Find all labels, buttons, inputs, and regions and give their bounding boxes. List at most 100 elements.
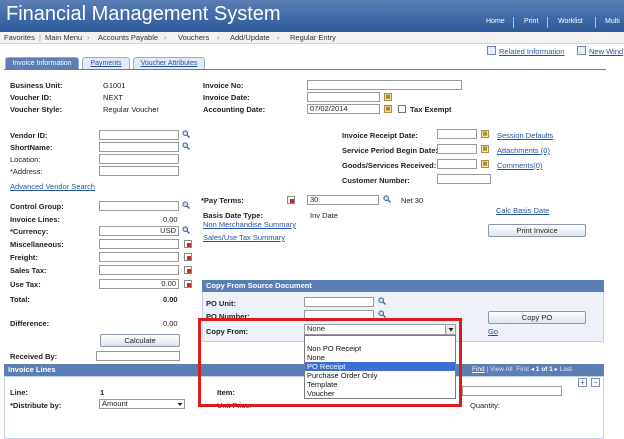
business-unit-label: Business Unit: (10, 81, 63, 90)
calculate-button[interactable]: Calculate (100, 334, 180, 347)
pay-terms-label: *Pay Terms: (201, 196, 244, 205)
detail-icon[interactable] (184, 240, 192, 248)
delete-row-icon[interactable]: − (591, 378, 600, 387)
location-input[interactable] (99, 154, 179, 164)
chevron-right-icon: › (277, 33, 280, 42)
invoice-lines-total-value: 0.00 (163, 215, 178, 224)
po-unit-input[interactable] (304, 297, 374, 307)
customer-number-input[interactable] (437, 174, 491, 184)
vendor-id-label: Vendor ID: (10, 131, 48, 140)
vendor-id-input[interactable] (99, 130, 179, 140)
voucher-id-value: NEXT (103, 93, 124, 102)
invoice-date-input[interactable] (307, 92, 380, 102)
breadcrumb-add-update[interactable]: Add/Update (230, 33, 270, 42)
pay-terms-description: Net 30 (401, 196, 424, 205)
attachments-link[interactable]: Attachments (0) (497, 146, 550, 155)
search-icon[interactable] (378, 297, 386, 305)
dropdown-arrow-icon[interactable] (176, 400, 184, 408)
miscellaneous-label: Miscellaneous: (10, 240, 64, 249)
voucher-style-label: Voucher Style: (10, 105, 62, 114)
shortname-input[interactable] (99, 142, 179, 152)
search-icon[interactable] (182, 201, 190, 209)
invoice-receipt-date-input[interactable] (437, 129, 477, 139)
currency-input[interactable]: USD (99, 226, 179, 236)
comments-link[interactable]: Comments(0) (497, 161, 542, 170)
prev-icon[interactable]: ◂ (531, 366, 534, 373)
goods-received-label: Goods/Services Received: (342, 161, 437, 170)
non-merchandise-summary-link[interactable]: Non Merchandise Summary (203, 220, 296, 229)
detail-icon[interactable] (184, 253, 192, 261)
search-icon[interactable] (378, 310, 386, 318)
last-link[interactable]: Last (560, 366, 572, 373)
copy-po-button[interactable]: Copy PO (488, 311, 586, 324)
print-link[interactable]: Print (524, 18, 538, 25)
freight-input[interactable] (99, 252, 179, 262)
search-icon[interactable] (182, 130, 190, 138)
add-row-icon[interactable]: + (578, 378, 587, 387)
breadcrumb-main-menu[interactable]: Main Menu (45, 33, 82, 42)
address-input[interactable] (99, 166, 179, 176)
view-all-link[interactable]: View All (490, 366, 513, 373)
invoice-no-input[interactable] (307, 80, 462, 90)
divider: | (39, 33, 41, 42)
pay-terms-input[interactable]: 30 (307, 195, 379, 205)
item-input[interactable] (462, 386, 562, 396)
detail-icon[interactable] (287, 196, 295, 204)
find-link[interactable]: Find (472, 366, 485, 373)
calendar-icon[interactable]: ▦ (481, 145, 489, 153)
print-invoice-button[interactable]: Print Invoice (488, 224, 586, 237)
detail-icon[interactable] (184, 266, 192, 274)
service-period-begin-label: Service Period Begin Date: (342, 146, 438, 155)
accounting-date-input[interactable]: 07/02/2014 (307, 104, 380, 114)
received-by-label: Received By: (10, 352, 58, 361)
go-link[interactable]: Go (488, 327, 498, 336)
new-window-link[interactable]: New Wind (589, 47, 623, 56)
chevron-right-icon: › (164, 33, 167, 42)
difference-value: 0.00 (163, 319, 178, 328)
sales-use-tax-summary-link[interactable]: Sales/Use Tax Summary (203, 233, 285, 242)
breadcrumb-favorites[interactable]: Favorites (4, 33, 35, 42)
detail-icon[interactable] (184, 280, 192, 288)
service-period-begin-input[interactable] (437, 144, 477, 154)
shortname-label: ShortName: (10, 143, 53, 152)
calendar-icon[interactable]: ▦ (481, 160, 489, 168)
tax-exempt-checkbox[interactable] (398, 105, 406, 113)
sales-tax-input[interactable] (99, 265, 179, 275)
related-info-icon (487, 46, 496, 55)
advanced-vendor-search-link[interactable]: Advanced Vendor Search (10, 182, 95, 191)
breadcrumb-accounts-payable[interactable]: Accounts Payable (98, 33, 158, 42)
multi-link[interactable]: Multi (605, 18, 620, 25)
calc-basis-date-link[interactable]: Calc Basis Date (496, 206, 549, 215)
goods-received-input[interactable] (437, 159, 477, 169)
breadcrumb-regular-entry[interactable]: Regular Entry (290, 33, 336, 42)
session-defaults-link[interactable]: Session Defaults (497, 131, 553, 140)
use-tax-input[interactable]: 0.00 (99, 279, 179, 289)
divider (513, 17, 514, 28)
invoice-lines-nav: Find | View All First ◂ 1 of 1 ▸ Last (472, 366, 572, 373)
app-title: Financial Management System (6, 3, 281, 25)
breadcrumb-vouchers[interactable]: Vouchers (178, 33, 209, 42)
calendar-icon[interactable]: ▦ (384, 105, 392, 113)
search-icon[interactable] (182, 226, 190, 234)
miscellaneous-input[interactable] (99, 239, 179, 249)
search-icon[interactable] (182, 142, 190, 150)
next-icon[interactable]: ▸ (555, 366, 558, 373)
distribute-by-select[interactable]: Amount (99, 399, 185, 409)
search-icon[interactable] (383, 195, 391, 203)
related-information-link[interactable]: Related Information (499, 47, 564, 56)
first-link[interactable]: First (516, 366, 529, 373)
received-by-input[interactable] (96, 351, 180, 361)
worklist-link[interactable]: Worklist (558, 18, 583, 25)
freight-label: Freight: (10, 253, 38, 262)
control-group-input[interactable] (99, 201, 179, 211)
location-label: Location: (10, 155, 41, 164)
business-unit-value: G1001 (103, 81, 126, 90)
home-link[interactable]: Home (486, 18, 505, 25)
accounting-date-label: Accounting Date: (203, 105, 266, 114)
annotation-highlight-box (198, 318, 462, 407)
total-label: Total: (10, 295, 30, 304)
use-tax-label: Use Tax: (10, 280, 41, 289)
calendar-icon[interactable]: ▦ (481, 130, 489, 138)
basis-date-type-label: Basis Date Type: (203, 211, 263, 220)
calendar-icon[interactable]: ▦ (384, 93, 392, 101)
